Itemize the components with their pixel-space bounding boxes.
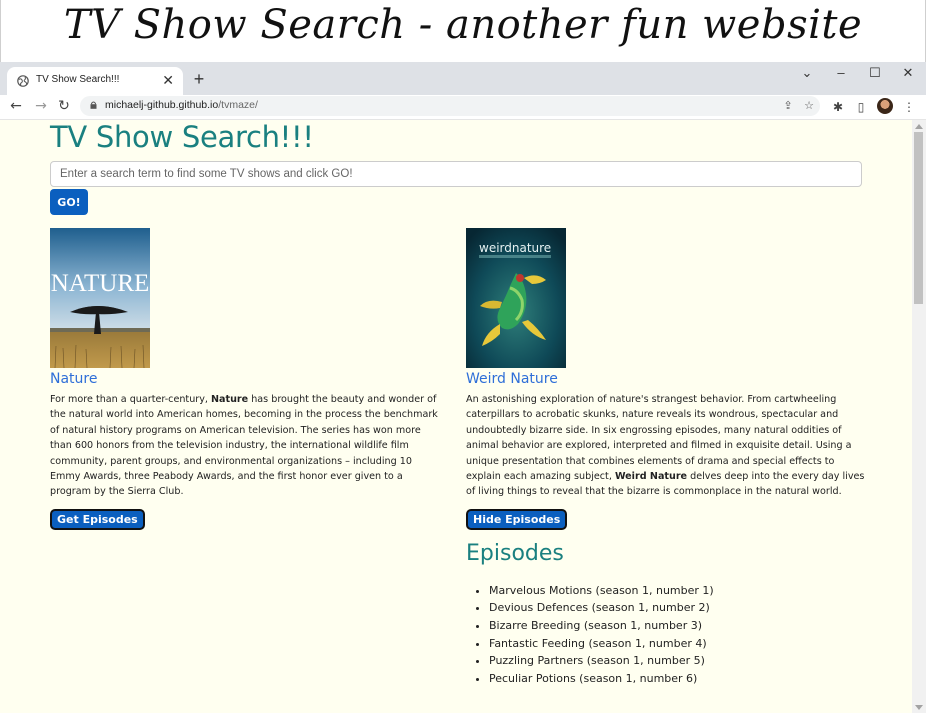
reload-icon[interactable]: ↻: [55, 97, 73, 115]
page-viewport: TV Show Search!!! GO!: [0, 120, 912, 713]
svg-text:NATURE: NATURE: [51, 270, 150, 297]
tab-title: TV Show Search!!!: [36, 74, 120, 85]
menu-icon[interactable]: ⋮: [900, 98, 918, 116]
minimize-icon[interactable]: –: [824, 62, 858, 84]
episodes-heading: Episodes: [466, 540, 564, 566]
bookmark-star-icon[interactable]: ☆: [801, 98, 817, 114]
tab-strip: TV Show Search!!! ✕: [0, 62, 926, 95]
episode-item: Puzzling Partners (season 1, number 5): [489, 652, 866, 670]
share-icon[interactable]: ⇪: [780, 98, 796, 114]
side-panel-icon[interactable]: ▯: [852, 98, 870, 116]
episode-item: Marvelous Motions (season 1, number 1): [489, 582, 866, 600]
episode-item: Bizarre Breeding (season 1, number 3): [489, 617, 866, 635]
tab-search-icon[interactable]: ⌄: [790, 62, 824, 84]
scroll-down-icon[interactable]: [915, 705, 923, 710]
back-icon[interactable]: ←: [7, 97, 25, 115]
show-poster-weird-nature: weirdnature: [466, 228, 566, 368]
go-button[interactable]: GO!: [50, 189, 88, 215]
banner-title: TV Show Search - another fun website: [63, 2, 863, 48]
episode-item: Fantastic Feeding (season 1, number 4): [489, 635, 866, 653]
browser-toolbar: ← → ↻ michaelj-github.github.io/tvmaze/ …: [0, 95, 926, 120]
extensions-icon[interactable]: ✱: [829, 98, 847, 116]
show-summary: An astonishing exploration of nature's s…: [466, 394, 865, 498]
browser-tab[interactable]: TV Show Search!!! ✕: [7, 67, 183, 95]
close-tab-icon[interactable]: ✕: [162, 72, 174, 88]
episode-item: Peculiar Potions (season 1, number 6): [489, 670, 866, 688]
globe-icon: [17, 75, 29, 87]
maximize-icon[interactable]: ☐: [858, 62, 892, 84]
get-episodes-button[interactable]: Get Episodes: [50, 508, 145, 530]
episodes-list: Marvelous Motions (season 1, number 1) D…: [466, 582, 866, 688]
scroll-up-icon[interactable]: [915, 124, 923, 129]
show-poster-nature: NATURE: [50, 228, 150, 368]
page-title: TV Show Search!!!: [50, 120, 314, 154]
show-summary: For more than a quarter-century, Nature …: [50, 394, 438, 498]
show-card-nature: NATURE Nature For more than a quarter-ce…: [50, 228, 445, 530]
url-text: michaelj-github.github.io/tvmaze/: [105, 99, 258, 111]
svg-text:weirdnature: weirdnature: [479, 241, 551, 255]
show-name: Nature: [50, 371, 98, 387]
episode-item: Devious Defences (season 1, number 2): [489, 599, 866, 617]
lock-icon: [90, 101, 97, 109]
profile-avatar[interactable]: [877, 98, 893, 114]
show-name: Weird Nature: [466, 371, 558, 387]
search-input[interactable]: [50, 161, 862, 187]
window-close-icon[interactable]: ✕: [891, 62, 925, 84]
forward-icon[interactable]: →: [32, 97, 50, 115]
scroll-thumb[interactable]: [914, 132, 923, 304]
new-tab-icon[interactable]: +: [190, 65, 208, 93]
show-card-weird-nature: weirdnature Weird Nature An astonishing …: [466, 228, 866, 687]
banner: TV Show Search - another fun website: [0, 0, 926, 62]
vertical-scrollbar[interactable]: [912, 120, 926, 713]
hide-episodes-button[interactable]: Hide Episodes: [466, 508, 568, 530]
address-bar[interactable]: michaelj-github.github.io/tvmaze/ ⇪ ☆: [80, 96, 820, 116]
